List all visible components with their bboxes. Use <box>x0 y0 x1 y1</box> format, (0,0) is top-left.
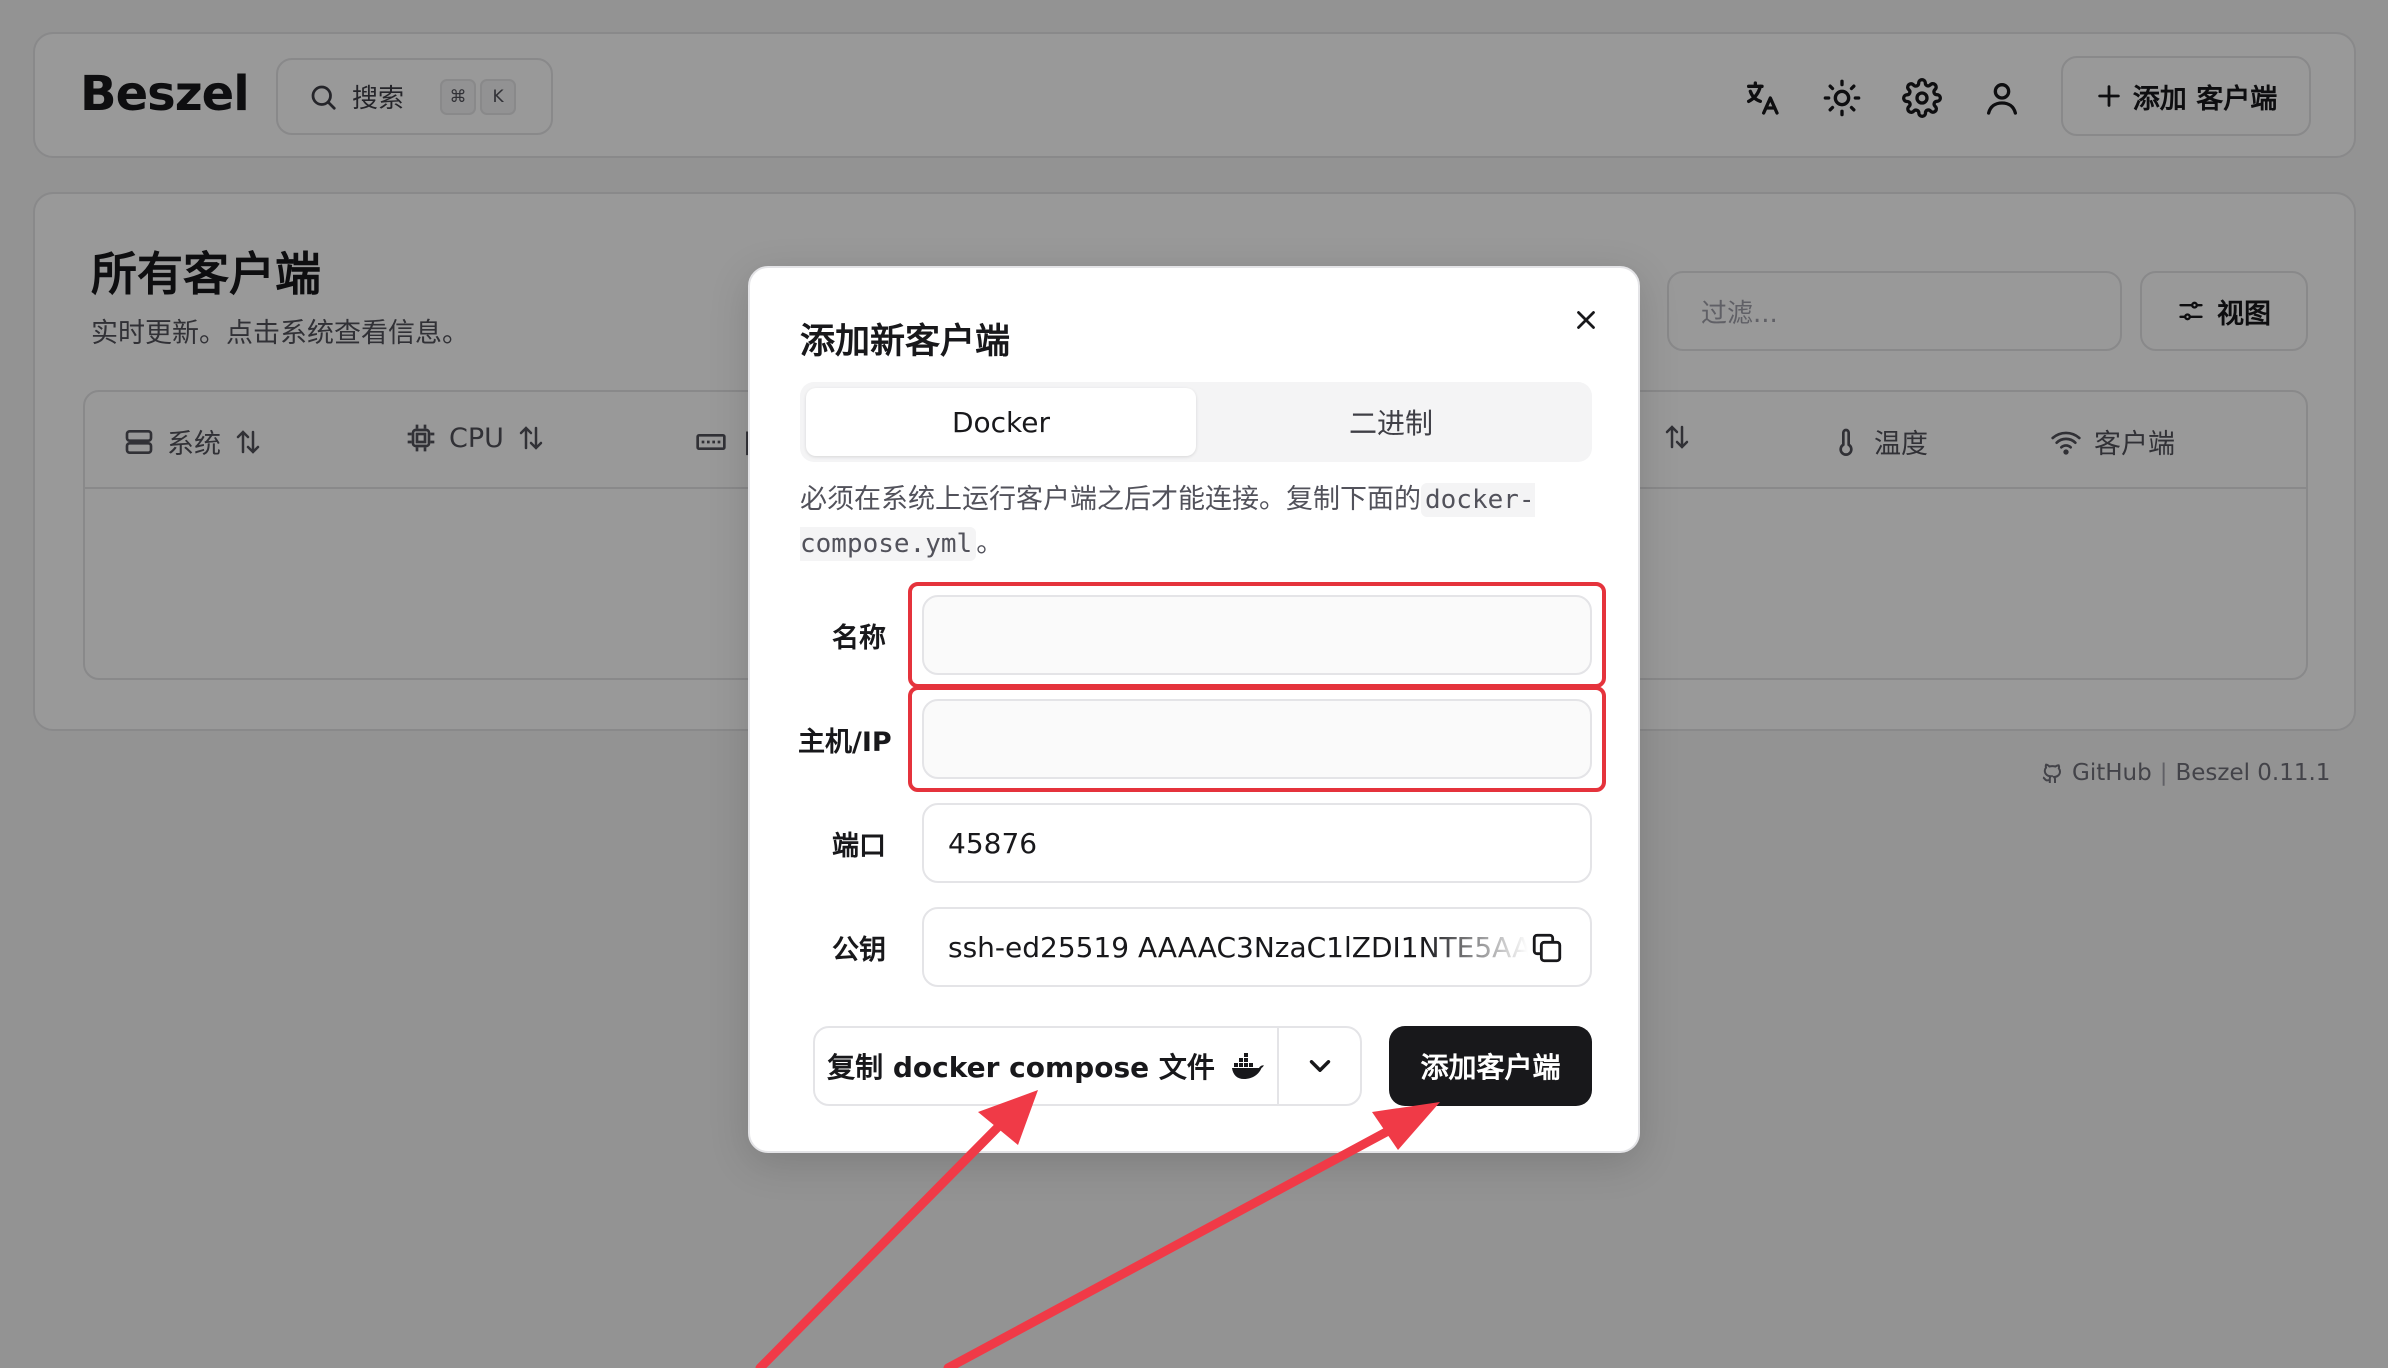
install-method-tabs: Docker 二进制 <box>800 382 1592 462</box>
public-key-field[interactable]: ssh-ed25519 AAAAC3NzaC1lZDI1NTE5AAAA <box>922 907 1592 987</box>
host-label: 主机/IP <box>798 727 892 758</box>
dialog-title: 添加新客户端 <box>800 322 1011 362</box>
copy-icon[interactable] <box>1530 931 1564 972</box>
add-client-submit-button[interactable]: 添加客户端 <box>1389 1026 1592 1106</box>
host-highlight-box <box>908 686 1606 792</box>
public-key-value: ssh-ed25519 AAAAC3NzaC1lZDI1NTE5AAAA <box>948 930 1528 964</box>
copy-compose-split-button: 复制 docker compose 文件 <box>813 1026 1362 1106</box>
name-highlight-box <box>908 582 1606 688</box>
close-icon[interactable] <box>1564 298 1608 342</box>
port-label: 端口 <box>832 831 886 862</box>
copy-compose-button[interactable]: 复制 docker compose 文件 <box>815 1028 1279 1104</box>
desc-text: 必须在系统上运行客户端之后才能连接。复制下面的 <box>800 484 1421 515</box>
tab-docker[interactable]: Docker <box>806 388 1196 456</box>
name-label: 名称 <box>832 623 886 654</box>
key-label: 公钥 <box>832 935 886 966</box>
chevron-down-icon[interactable] <box>1279 1028 1360 1104</box>
port-input[interactable]: 45876 <box>922 803 1592 883</box>
copy-compose-label: 复制 docker compose 文件 <box>827 1051 1215 1084</box>
add-client-dialog: 添加新客户端 Docker 二进制 必须在系统上运行客户端之后才能连接。复制下面… <box>748 266 1640 1153</box>
dialog-description: 必须在系统上运行客户端之后才能连接。复制下面的 docker-compose.ym… <box>800 478 1590 566</box>
tab-binary[interactable]: 二进制 <box>1196 388 1586 456</box>
docker-icon <box>1231 1053 1264 1079</box>
desc-suffix: 。 <box>976 528 1004 559</box>
